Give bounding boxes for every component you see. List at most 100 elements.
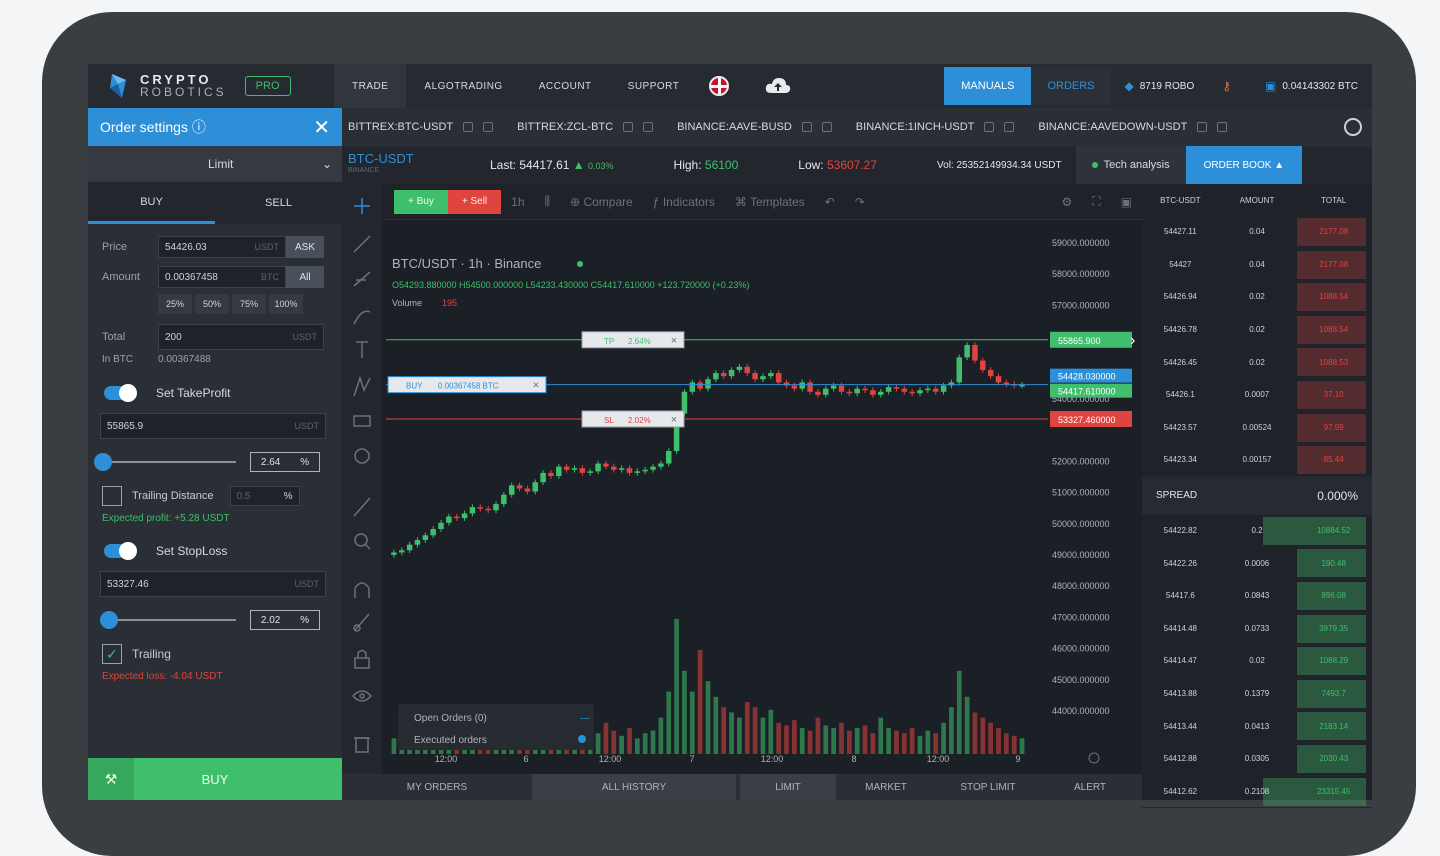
bid-row[interactable]: 54412.88 0.0305 2030.43 (1142, 743, 1372, 776)
trailing-checkbox[interactable]: ✓ (102, 644, 122, 664)
total-input[interactable]: 200 USDT (158, 324, 324, 350)
trailing-distance-checkbox[interactable] (102, 486, 122, 506)
market-tab[interactable]: BINANCE:1INCH-USDT (850, 121, 1033, 133)
tab-all-history[interactable]: ALL HISTORY (532, 774, 736, 800)
copy-icon[interactable] (801, 122, 812, 132)
stoploss-input[interactable]: 53327.46 USDT (100, 571, 326, 597)
ask-row[interactable]: 54427.11 0.04 2177.08 (1142, 216, 1372, 249)
nav-account[interactable]: ACCOUNT (521, 64, 610, 108)
bid-row[interactable]: 54414.47 0.02 1088.29 (1142, 645, 1372, 678)
tab-my-orders[interactable]: MY ORDERS (342, 774, 532, 800)
window-icon[interactable] (643, 122, 654, 132)
bid-row[interactable]: 54412.62 0.2108 23315.45 (1142, 776, 1372, 809)
takeprofit-input[interactable]: 55865.9 USDT (100, 413, 326, 439)
nav-algotrading[interactable]: ALGOTRADING (406, 64, 520, 108)
ask-button[interactable]: ASK (286, 236, 324, 258)
slider-handle[interactable] (100, 611, 118, 629)
pair-selector[interactable]: BTC-USDT BINANCE (342, 152, 490, 177)
pct-50-button[interactable]: 50% (195, 294, 229, 314)
crosshair-icon[interactable] (354, 198, 370, 214)
takeprofit-slider-row: 2.64% (88, 445, 342, 479)
all-button[interactable]: All (286, 266, 324, 288)
order-book-button[interactable]: ORDER BOOK ▲ (1185, 146, 1303, 184)
stoploss-toggle[interactable] (104, 542, 137, 560)
uk-flag-icon[interactable] (709, 76, 730, 96)
market-tab[interactable]: BINANCE:AAVEDOWN-USDT (1032, 121, 1245, 133)
fullscreen-icon[interactable]: ⛶ (1082, 194, 1110, 209)
templates-button[interactable]: ⌘ Templates (725, 195, 815, 209)
close-icon[interactable]: ✕ (313, 115, 330, 140)
price-chart[interactable]: 59000.00000058000.00000057000.0000005400… (342, 220, 1142, 774)
market-tab[interactable]: BINANCE:AAVE-BUSD (671, 121, 850, 133)
redo-icon[interactable]: ↷ (845, 195, 875, 209)
copy-icon[interactable] (1197, 122, 1208, 132)
window-icon[interactable] (1217, 122, 1228, 132)
wallet-balance[interactable]: ▣ 0.04143302 BTC (1251, 79, 1372, 93)
slider-handle[interactable] (94, 453, 112, 471)
copy-icon[interactable] (463, 122, 474, 132)
takeprofit-toggle[interactable] (104, 384, 137, 402)
pct-100-button[interactable]: 100% (269, 294, 303, 314)
window-icon[interactable] (821, 122, 832, 132)
interval-select[interactable]: 1h (501, 195, 534, 209)
stoploss-pct-input[interactable]: 2.02% (250, 610, 320, 630)
key-button[interactable]: ⚷ (1208, 79, 1251, 93)
candles-icon[interactable]: ⫼ (535, 194, 561, 209)
tab-alert[interactable]: ALERT (1040, 774, 1140, 800)
logo[interactable]: CRYPTO ROBOTICS PRO (88, 72, 334, 100)
tab-limit[interactable]: LIMIT (740, 774, 836, 800)
chart-settings-icon[interactable]: ⚙ (1051, 195, 1082, 209)
pct-75-button[interactable]: 75% (232, 294, 266, 314)
takeprofit-slider[interactable] (94, 453, 236, 471)
volume-bar (980, 717, 986, 754)
tech-analysis-button[interactable]: Tech analysis (1075, 146, 1186, 184)
amount-input[interactable]: 0.00367458 BTC (158, 266, 286, 288)
bid-row[interactable]: 54417.6 0.0843 896.08 (1142, 580, 1372, 613)
bid-row[interactable]: 54422.26 0.0006 190.48 (1142, 547, 1372, 580)
tab-stop-limit[interactable]: STOP LIMIT (936, 774, 1040, 800)
chart-sell-button[interactable]: + Sell (447, 189, 502, 214)
bid-row[interactable]: 54422.82 0.2 10884.52 (1142, 515, 1372, 548)
copy-icon[interactable] (984, 122, 995, 132)
ask-row[interactable]: 54426.1 0.0007 37.10 (1142, 379, 1372, 412)
trailing-distance-input[interactable]: 0.5 % (229, 486, 300, 506)
tab-buy[interactable]: BUY (88, 182, 215, 224)
compare-button[interactable]: ⊕ Compare (560, 195, 643, 209)
tab-market[interactable]: MARKET (836, 774, 936, 800)
takeprofit-pct-input[interactable]: 2.64% (250, 452, 320, 472)
window-icon[interactable] (1004, 122, 1015, 132)
info-icon[interactable] (578, 735, 586, 743)
copy-icon[interactable] (623, 122, 634, 132)
manuals-button[interactable]: MANUALS (944, 67, 1032, 105)
buy-button[interactable]: ⚒ BUY (88, 758, 342, 800)
settings-icon[interactable] (1344, 118, 1362, 136)
chart-buy-button[interactable]: + Buy (394, 189, 448, 214)
ask-row[interactable]: 54426.94 0.02 1088.54 (1142, 281, 1372, 314)
robo-balance[interactable]: ◆ 8719 ROBO (1111, 79, 1209, 93)
order-type-select[interactable]: Limit ⌄ (88, 146, 342, 182)
cloud-upload-icon[interactable] (765, 77, 791, 95)
camera-icon[interactable]: ▣ (1111, 195, 1142, 209)
orders-button[interactable]: ORDERS (1031, 67, 1111, 105)
bid-row[interactable]: 54413.44 0.0413 2183.14 (1142, 710, 1372, 743)
tab-sell[interactable]: SELL (215, 182, 342, 224)
ask-row[interactable]: 54426.78 0.02 1088.54 (1142, 314, 1372, 347)
indicators-button[interactable]: ƒ Indicators (643, 195, 725, 209)
market-tab[interactable]: BITTREX:ZCL-BTC (511, 121, 671, 133)
window-icon[interactable] (483, 122, 494, 132)
tech-analysis-label: Tech analysis (1103, 159, 1170, 171)
bid-row[interactable]: 54413.88 0.1379 7493.7 (1142, 678, 1372, 711)
volume-bar (674, 618, 679, 754)
price-input[interactable]: 54426.03 USDT (158, 236, 286, 258)
ask-row[interactable]: 54423.34 0.00157 85.44 (1142, 444, 1372, 477)
undo-icon[interactable]: ↶ (815, 195, 845, 209)
nav-support[interactable]: SUPPORT (610, 64, 698, 108)
bid-row[interactable]: 54414.48 0.0733 3979.35 (1142, 613, 1372, 646)
pct-25-button[interactable]: 25% (158, 294, 192, 314)
ask-row[interactable]: 54426.45 0.02 1088.53 (1142, 346, 1372, 379)
nav-trade[interactable]: TRADE (334, 64, 407, 108)
stoploss-slider[interactable] (100, 611, 236, 629)
market-tab[interactable]: BITTREX:BTC-USDT (342, 121, 511, 133)
ask-row[interactable]: 54423.57 0.00524 97.99 (1142, 412, 1372, 445)
ask-row[interactable]: 54427 0.04 2177.08 (1142, 249, 1372, 282)
